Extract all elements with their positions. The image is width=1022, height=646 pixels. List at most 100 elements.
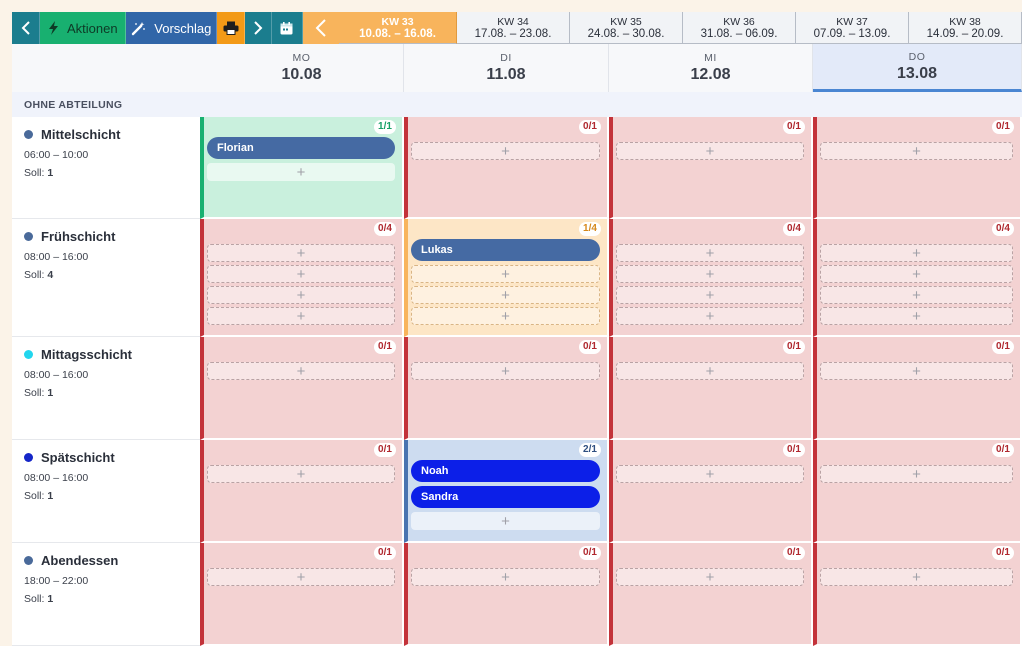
shift-soll: Soll: 1 (24, 490, 200, 502)
shift-cell[interactable]: 0/1 + (813, 543, 1022, 646)
aktionen-button[interactable]: Aktionen (40, 12, 127, 44)
shift-cell[interactable]: 0/1 + (813, 440, 1022, 543)
staffing-count-badge: 0/1 (992, 340, 1014, 354)
plus-icon: + (501, 265, 510, 283)
add-slot-button[interactable]: + (207, 244, 395, 262)
add-slot-button[interactable]: + (820, 307, 1013, 325)
staffing-count-badge: 0/1 (374, 443, 396, 457)
shift-cell[interactable]: 1/1 Florian + (200, 117, 404, 219)
employee-chip[interactable]: Florian (207, 137, 395, 159)
day-header-mo: MO 10.08 (200, 44, 404, 92)
vorschlag-button[interactable]: Vorschlag (126, 12, 218, 44)
shift-info[interactable]: Frühschicht 08:00 – 16:00 Soll: 4 (12, 219, 200, 337)
shift-info[interactable]: Mittelschicht 06:00 – 10:00 Soll: 1 (12, 117, 200, 219)
week-label: KW 35 (610, 15, 642, 28)
add-slot-button[interactable]: + (820, 568, 1013, 586)
plus-icon: + (501, 307, 510, 325)
week-tab[interactable]: KW 37 07.09. – 13.09. (796, 12, 910, 44)
soll-value: 4 (47, 269, 54, 281)
add-slot-button[interactable]: + (820, 244, 1013, 262)
shift-cell[interactable]: 0/4 + + + + (200, 219, 404, 337)
add-slot-button[interactable]: + (820, 286, 1013, 304)
staffing-count-badge: 0/1 (783, 340, 805, 354)
shift-info[interactable]: Spätschicht 08:00 – 16:00 Soll: 1 (12, 440, 200, 543)
add-slot-button[interactable]: + (411, 307, 600, 325)
add-slot-button[interactable]: + (411, 286, 600, 304)
add-slot-button[interactable]: + (207, 362, 395, 380)
shift-cell[interactable]: 0/1 + (200, 440, 404, 543)
add-slot-button[interactable]: + (820, 265, 1013, 283)
add-slot-button[interactable]: + (411, 142, 600, 160)
shift-title: Mittelschicht (24, 127, 200, 142)
shift-cell[interactable]: 0/1 + (404, 543, 609, 646)
staffing-count-badge: 0/4 (374, 222, 396, 236)
week-tab[interactable]: KW 35 24.08. – 30.08. (570, 12, 684, 44)
print-button[interactable] (217, 12, 245, 44)
shift-cell[interactable]: 0/1 + (609, 440, 813, 543)
soll-label: Soll: (24, 269, 48, 281)
add-slot-button[interactable]: + (411, 512, 600, 530)
shift-cell[interactable]: 0/1 + (200, 543, 404, 646)
shift-row: Abendessen 18:00 – 22:00 Soll: 1 0/1 +0/1 +0/… (12, 543, 1022, 646)
shift-time: 18:00 – 22:00 (24, 575, 89, 587)
shift-info[interactable]: Abendessen 18:00 – 22:00 Soll: 1 (12, 543, 200, 646)
week-tab[interactable]: KW 34 17.08. – 23.08. (457, 12, 571, 44)
add-slot-button[interactable]: + (411, 568, 600, 586)
shift-cell[interactable]: 0/4 + + + + (813, 219, 1022, 337)
schedule-app: Aktionen Vorschlag KW 33 10.08. – 16.08. K… (12, 12, 1022, 646)
shift-cell[interactable]: 0/1 + (813, 117, 1022, 219)
add-slot-button[interactable]: + (616, 265, 804, 283)
previous-button[interactable] (12, 12, 41, 44)
add-slot-button[interactable]: + (820, 465, 1013, 483)
plus-icon: + (296, 362, 306, 380)
add-slot-button[interactable]: + (411, 362, 600, 380)
shift-cell[interactable]: 0/4 + + + + (609, 219, 813, 337)
add-slot-button[interactable]: + (411, 265, 600, 283)
add-slot-button[interactable]: + (207, 286, 395, 304)
day-name: DO (908, 50, 926, 63)
shift-name: Spätschicht (41, 450, 115, 465)
employee-chip[interactable]: Noah (411, 460, 600, 482)
plus-icon: + (705, 362, 715, 380)
add-slot-button[interactable]: + (616, 362, 804, 380)
shift-title: Spätschicht (24, 450, 200, 465)
week-tab[interactable]: KW 38 14.09. – 20.09. (909, 12, 1022, 44)
add-slot-button[interactable]: + (207, 265, 395, 283)
shift-cell[interactable]: 0/1 + (200, 337, 404, 440)
next-button[interactable] (244, 12, 273, 44)
week-label: KW 37 (836, 15, 868, 28)
shift-cell[interactable]: 0/1 + (813, 337, 1022, 440)
add-slot-button[interactable]: + (207, 465, 395, 483)
add-slot-button[interactable]: + (207, 307, 395, 325)
calendar-button[interactable] (272, 12, 303, 44)
shift-cell[interactable]: 0/1 + (609, 543, 813, 646)
week-tab[interactable]: KW 36 31.08. – 06.09. (683, 12, 797, 44)
add-slot-button[interactable]: + (207, 163, 395, 181)
plus-icon: + (501, 568, 510, 586)
add-slot-button[interactable]: + (616, 465, 804, 483)
shift-cell[interactable]: 0/1 + (609, 337, 813, 440)
week-tab[interactable]: KW 33 10.08. – 16.08. (339, 12, 458, 44)
add-slot-button[interactable]: + (616, 568, 804, 586)
week-back-button[interactable] (302, 12, 340, 44)
employee-chip[interactable]: Sandra (411, 486, 600, 508)
add-slot-button[interactable]: + (616, 244, 804, 262)
add-slot-button[interactable]: + (820, 362, 1013, 380)
add-slot-button[interactable]: + (616, 286, 804, 304)
shift-time: 08:00 – 16:00 (24, 251, 89, 263)
shift-cell[interactable]: 0/1 + (404, 337, 609, 440)
day-name: MI (704, 52, 717, 64)
shift-cell[interactable]: 1/4 Lukas + + + (404, 219, 609, 337)
day-date: 13.08 (896, 64, 938, 82)
employee-chip[interactable]: Lukas (411, 239, 600, 261)
shift-cell[interactable]: 2/1 Noah Sandra + (404, 440, 609, 543)
staffing-count-badge: 0/4 (783, 222, 805, 236)
shift-cell[interactable]: 0/1 + (609, 117, 813, 219)
add-slot-button[interactable]: + (820, 142, 1013, 160)
shift-info[interactable]: Mittagsschicht 08:00 – 16:00 Soll: 1 (12, 337, 200, 440)
shift-cell[interactable]: 0/1 + (404, 117, 609, 219)
plus-icon: + (912, 307, 921, 325)
add-slot-button[interactable]: + (207, 568, 395, 586)
add-slot-button[interactable]: + (616, 307, 804, 325)
add-slot-button[interactable]: + (616, 142, 804, 160)
